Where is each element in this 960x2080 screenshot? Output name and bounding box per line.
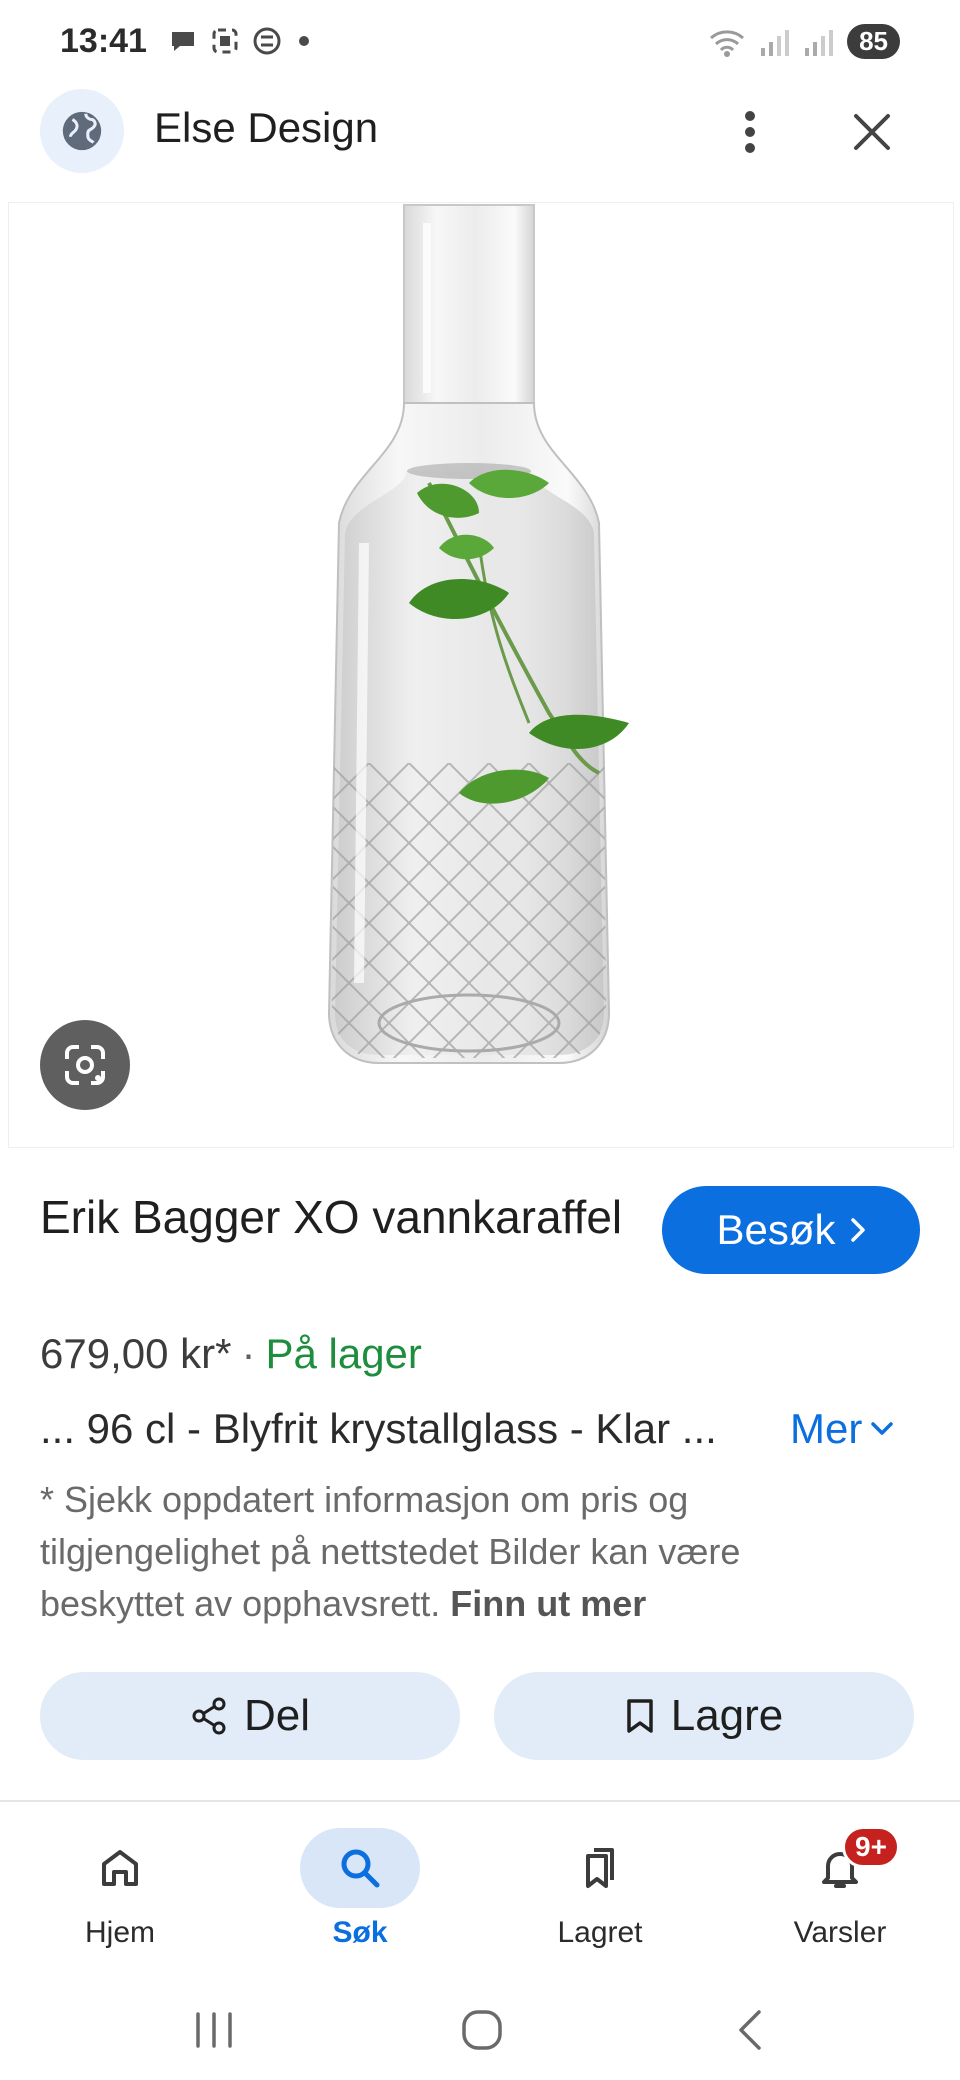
wifi-icon [710,29,745,57]
share-icon [192,1697,226,1735]
separator: · [241,1330,256,1377]
disclaimer: * Sjekk oppdatert informasjon om pris og… [40,1474,890,1630]
chevron-down-icon [871,1422,894,1435]
more-label: Mer [790,1405,863,1452]
stock-status: På lager [265,1330,422,1377]
header: Else Design [0,84,960,194]
visit-button[interactable]: Besøk [662,1186,920,1274]
nav-search-label: Søk [332,1916,388,1949]
nav-saved[interactable]: Lagret [500,1820,700,1970]
bottom-nav: Hjem Søk Lagret 9+ Varsler [0,1820,960,1970]
save-label: Lagre [670,1691,784,1740]
recent-apps-button[interactable] [174,2000,254,2060]
search-icon [341,1849,380,1888]
more-notifications-dot-icon [299,36,309,46]
site-favicon [40,89,124,173]
lens-icon [65,1045,105,1085]
share-label: Del [243,1691,311,1740]
more-vert-icon [745,111,755,153]
save-button[interactable]: Lagre [494,1672,914,1760]
divider [0,1800,960,1802]
signal-icon [761,29,790,56]
product-description: ... 96 cl - Blyfrit krystallglass - Klar… [40,1405,717,1452]
system-nav-bar [0,1980,960,2080]
close-icon [854,114,890,150]
price-row: 679,00 kr* · På lager [40,1330,422,1378]
notification-badge: 9+ [842,1826,900,1868]
description-row: ... 96 cl - Blyfrit krystallglass - Klar… [40,1405,920,1461]
saved-icon [586,1848,614,1888]
nav-notifications-label: Varsler [793,1916,887,1949]
bookmark-icon [626,1699,653,1733]
status-bar: 13:41 85 [0,0,960,84]
site-title: Else Design [154,104,379,151]
nav-search[interactable]: Søk [260,1820,460,1970]
back-button[interactable] [710,2000,790,2060]
app-notification-icon [253,27,281,55]
home-icon [102,1850,138,1886]
status-time: 13:41 [60,22,147,60]
back-icon [739,2010,761,2050]
close-button[interactable] [842,102,902,162]
nav-home[interactable]: Hjem [20,1820,220,1970]
visit-button-label: Besøk [716,1206,836,1253]
home-circle-icon [462,2010,502,2050]
price: 679,00 kr* [40,1330,232,1377]
product-image[interactable] [8,202,954,1148]
chat-notification-icon [172,32,194,51]
screenshot-notification-icon [212,28,238,54]
globe-icon [62,111,102,151]
chevron-right-icon [850,1218,865,1242]
learn-more-link[interactable]: Finn ut mer [450,1583,646,1624]
nav-saved-label: Lagret [557,1916,643,1949]
share-button[interactable]: Del [40,1672,460,1760]
google-lens-button[interactable] [40,1020,130,1110]
carafe-illustration [327,204,629,1064]
battery-indicator: 85 [847,24,900,59]
more-options-button[interactable] [730,102,770,162]
signal-icon-2 [805,29,834,56]
recent-apps-icon [196,2012,232,2048]
nav-notifications[interactable]: 9+ Varsler [740,1820,940,1970]
home-system-button[interactable] [442,2000,522,2060]
more-button[interactable]: Mer [790,1405,894,1453]
nav-home-label: Hjem [84,1916,155,1949]
product-title: Erik Bagger XO vannkaraffel [40,1191,623,1243]
